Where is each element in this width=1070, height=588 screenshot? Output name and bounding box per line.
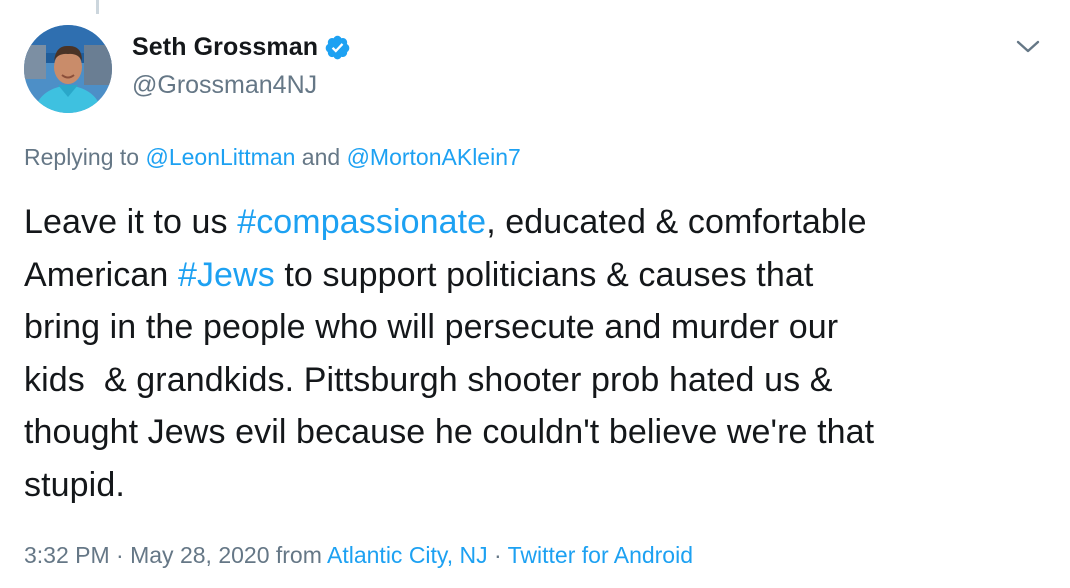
hashtag-link[interactable]: #compassionate <box>237 203 486 241</box>
author-block: Seth Grossman @Grossman4NJ <box>132 33 351 100</box>
replying-conjunction: and <box>295 144 347 170</box>
tweet-date[interactable]: May 28, 2020 <box>130 542 269 568</box>
from-label: from <box>269 542 327 568</box>
thread-connector-line <box>96 0 99 14</box>
tweet-metadata: 3:32 PM · May 28, 2020 from Atlantic Cit… <box>24 542 693 569</box>
tweet-text-segment: Leave it to us <box>24 203 238 241</box>
chevron-down-icon[interactable] <box>1014 37 1042 57</box>
replying-prefix: Replying to <box>24 144 146 170</box>
tweet-header: Seth Grossman @Grossman4NJ <box>24 25 1054 125</box>
location-link[interactable]: Atlantic City, NJ <box>327 542 488 568</box>
tweet-text: Leave it to us #compassionate, educated … <box>24 196 1054 511</box>
name-row: Seth Grossman <box>132 33 351 62</box>
separator-dot: · <box>487 542 508 568</box>
avatar[interactable] <box>24 25 112 113</box>
tweet-time[interactable]: 3:32 PM <box>24 542 110 568</box>
separator-dot: · <box>109 542 131 568</box>
source-link[interactable]: Twitter for Android <box>508 542 693 568</box>
avatar-image <box>24 25 112 113</box>
author-handle[interactable]: @Grossman4NJ <box>132 71 351 100</box>
mention-link[interactable]: @LeonLittman <box>145 144 295 170</box>
replying-to: Replying to @LeonLittman and @MortonAKle… <box>24 144 521 171</box>
mention-link[interactable]: @MortonAKlein7 <box>347 144 521 170</box>
verified-badge-icon <box>324 34 351 61</box>
display-name[interactable]: Seth Grossman <box>132 33 318 62</box>
hashtag-link[interactable]: #Jews <box>178 256 275 294</box>
